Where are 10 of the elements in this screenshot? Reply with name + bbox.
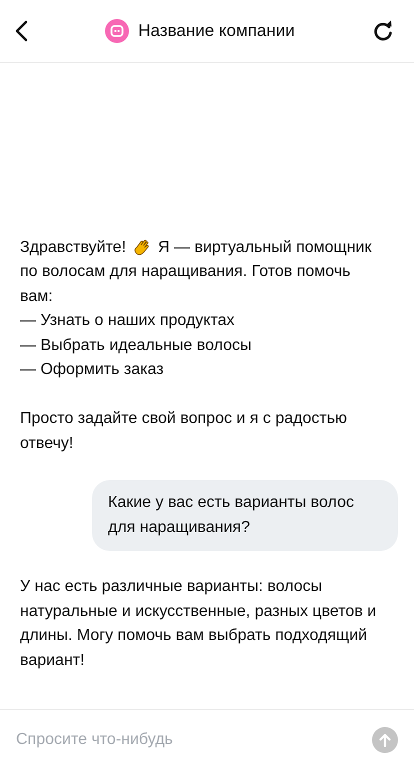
refresh-icon (372, 20, 394, 42)
back-icon (14, 20, 28, 42)
greeting-text: Я — виртуальный помощник (158, 238, 372, 258)
arrow-up-icon (379, 733, 391, 747)
bot-message: по волосам для наращивания. Готов помочь вам: — Узнать о наших продуктах — Выбрать идеальные волосы — Оформить заказ Просто задайте свой вопрос и я с радостью отвечу! (20, 262, 352, 454)
company-name: Название компании (138, 21, 295, 41)
bot-message: У нас есть различные варианты: волосы натуральные и искусственные, разных цветов и длины. Могу помочь вам выбрать подходящий вариант! (20, 577, 378, 670)
bot-logo-icon (105, 19, 130, 43)
user-message: Какие у вас есть варианты волос для наращивания? (92, 480, 398, 551)
greeting-text: Здравствуйте! (20, 238, 126, 258)
